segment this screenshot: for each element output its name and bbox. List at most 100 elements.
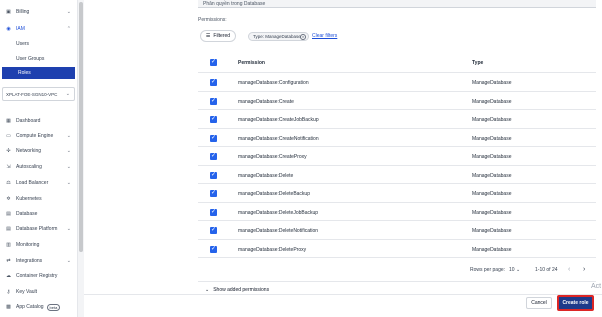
rows-per-page-value: 10 xyxy=(509,267,515,273)
chevron-down-icon: ⌄ xyxy=(66,148,71,154)
sidebar-item-label: App Catalog xyxy=(16,304,44,310)
row-checkbox[interactable]: ✓ xyxy=(210,171,217,179)
create-role-button[interactable]: Create role xyxy=(557,295,594,311)
row-checkbox[interactable]: ✓ xyxy=(210,97,217,105)
sidebar-item-label: Compute Engine xyxy=(16,133,54,139)
autoscaling-icon: ⇲ xyxy=(6,164,11,170)
sidebar-item-iam[interactable]: ◉ IAM ⌃ xyxy=(0,23,78,35)
sidebar-scrollbar-thumb[interactable] xyxy=(79,2,83,252)
type-cell: ManageDatabase xyxy=(472,246,512,253)
row-checkbox[interactable]: ✓ xyxy=(210,208,217,216)
type-cell: ManageDatabase xyxy=(472,98,512,105)
sidebar-item-autoscaling[interactable]: ⇲ Autoscaling ⌄ xyxy=(0,161,78,173)
permission-cell: manageDatabase:DeleteJobBackup xyxy=(238,209,319,216)
chevron-down-icon: ⌄ xyxy=(65,91,70,97)
page-range: 1-10 of 24 xyxy=(535,267,558,273)
permission-cell: manageDatabase:Create xyxy=(238,98,294,105)
close-icon[interactable]: × xyxy=(300,33,306,40)
description-value: Phân quyền trong Database xyxy=(203,0,266,7)
kubernetes-icon: ✲ xyxy=(6,196,11,202)
project-selector[interactable]: XPLAT-FOE-SGN10-VPC ⌄ xyxy=(2,87,75,101)
permission-cell: manageDatabase:DeleteBackup xyxy=(238,191,310,197)
sidebar-item-monitoring[interactable]: ▥ Monitoring xyxy=(0,239,78,251)
rows-per-page-label: Rows per page: xyxy=(470,267,506,273)
table-row[interactable]: ✓ manageDatabase:DeleteBackup ManageDataba… xyxy=(198,184,596,203)
table-row[interactable]: ✓ manageDatabase:DeleteProxy ManageDatabas… xyxy=(198,240,596,258)
integrations-icon: ⇄ xyxy=(6,258,11,264)
table-row[interactable]: ✓ manageDatabase:Create ManageDatabase xyxy=(198,92,596,110)
sidebar-sub-label: Roles xyxy=(18,70,31,76)
type-cell: ManageDatabase xyxy=(472,191,512,197)
sidebar-item-dashboard[interactable]: ▦ Dashboard xyxy=(0,115,78,127)
chevron-down-icon: ⌄ xyxy=(66,226,71,232)
filter-chip-label: Type: ManageDatabase xyxy=(253,34,301,39)
row-checkbox[interactable]: ✓ xyxy=(210,190,217,197)
sidebar-item-label: Database xyxy=(16,211,38,217)
divider xyxy=(198,281,596,282)
show-added-label: Show added permissions xyxy=(213,287,270,293)
monitoring-icon: ▥ xyxy=(6,242,11,248)
show-added-permissions-toggle[interactable]: ⌄ Show added permissions xyxy=(205,287,269,293)
sidebar-item-label: Container Registry xyxy=(16,273,58,279)
table-row[interactable]: ✓ manageDatabase:DeleteJobBackup ManageDat… xyxy=(198,203,596,221)
type-cell: ManageDatabase xyxy=(472,154,512,160)
chevron-down-icon: ⌄ xyxy=(66,133,71,139)
type-cell: ManageDatabase xyxy=(472,117,512,123)
table-row[interactable]: ✓ manageDatabase:CreateProxy ManageDatabas… xyxy=(198,147,596,166)
permission-cell: manageDatabase:Configuration xyxy=(238,80,309,86)
table-row[interactable]: ✓ manageDatabase:DeleteNotification Manage… xyxy=(198,221,596,240)
sidebar-item-integrations[interactable]: ⇄ Integrations ⌄ xyxy=(0,255,78,267)
sidebar-item-load-balancer[interactable]: ⚖ Load Balancer ⌄ xyxy=(0,177,78,189)
column-header-permission[interactable]: Permission xyxy=(238,60,265,66)
sidebar-item-label: IAM xyxy=(16,26,25,32)
sidebar-item-app-catalog[interactable]: ▩ App Catalog beta xyxy=(0,301,78,313)
type-cell: ManageDatabase xyxy=(472,80,512,86)
table-row[interactable]: ✓ manageDatabase:CreateJobBackup ManageDat… xyxy=(198,110,596,129)
filter-button[interactable]: ☰ Filtered xyxy=(200,30,236,42)
description-field[interactable]: Phân quyền trong Database xyxy=(198,0,596,8)
table-row[interactable]: ✓ manageDatabase:CreateNotification Manage… xyxy=(198,129,596,147)
sidebar-sub-user-groups[interactable]: User Groups xyxy=(0,53,78,65)
sidebar-item-label: Monitoring xyxy=(16,242,40,248)
sidebar-sub-roles[interactable]: Roles xyxy=(2,67,75,79)
project-name: XPLAT-FOE-SGN10-VPC xyxy=(6,91,58,97)
table-row[interactable]: ✓ manageDatabase:Configuration ManageDatab… xyxy=(198,73,596,92)
select-all-checkbox[interactable]: ✓ xyxy=(210,59,217,66)
cancel-button[interactable]: Cancel xyxy=(526,297,552,309)
chevron-down-icon: ⌄ xyxy=(66,180,71,186)
iam-icon: ◉ xyxy=(6,26,11,32)
filter-button-label: Filtered xyxy=(213,33,231,39)
sidebar-item-database[interactable]: ▤ Database xyxy=(0,208,78,220)
prev-page-icon[interactable]: ‹ xyxy=(568,266,570,273)
row-checkbox[interactable]: ✓ xyxy=(210,245,217,253)
row-checkbox[interactable]: ✓ xyxy=(210,227,217,234)
sidebar-item-label: Billing xyxy=(16,9,30,15)
row-checkbox[interactable]: ✓ xyxy=(210,153,217,160)
row-checkbox[interactable]: ✓ xyxy=(210,79,217,86)
column-header-type[interactable]: Type xyxy=(472,60,483,66)
footer-divider xyxy=(84,294,602,295)
sidebar-item-label: Database Platform xyxy=(16,226,58,232)
sidebar-sub-label: User Groups xyxy=(16,56,45,62)
sidebar-item-billing[interactable]: ▣ Billing ⌄ xyxy=(0,6,78,18)
activation-watermark: Act xyxy=(591,283,602,290)
clear-filters-link[interactable]: Clear filters xyxy=(312,33,337,39)
sidebar-item-container-registry[interactable]: ☁ Container Registry xyxy=(0,270,78,282)
chevron-down-icon: ⌄ xyxy=(205,287,210,293)
permission-cell: manageDatabase:CreateNotification xyxy=(238,135,319,142)
sidebar-item-database-platform[interactable]: ▤ Database Platform ⌄ xyxy=(0,223,78,235)
sidebar-item-networking[interactable]: ✣ Networking ⌄ xyxy=(0,145,78,157)
row-checkbox[interactable]: ✓ xyxy=(210,116,217,123)
key-icon: ⚷ xyxy=(6,289,11,295)
sidebar-item-compute-engine[interactable]: ▭ Compute Engine ⌄ xyxy=(0,130,78,142)
table-row[interactable]: ✓ manageDatabase:Delete ManageDatabase xyxy=(198,166,596,184)
sidebar-item-key-vault[interactable]: ⚷ Key Vault xyxy=(0,286,78,298)
rows-per-page-select[interactable]: 10 ⌄ xyxy=(509,267,520,273)
sidebar-item-label: Integrations xyxy=(16,258,43,264)
network-icon: ✣ xyxy=(6,148,11,154)
next-page-icon[interactable]: › xyxy=(583,266,585,273)
permission-cell: manageDatabase:DeleteProxy xyxy=(238,246,307,253)
row-checkbox[interactable]: ✓ xyxy=(210,134,217,142)
sidebar-item-kubernetes[interactable]: ✲ Kubernetes xyxy=(0,193,78,205)
sidebar-sub-users[interactable]: Users xyxy=(0,38,78,50)
